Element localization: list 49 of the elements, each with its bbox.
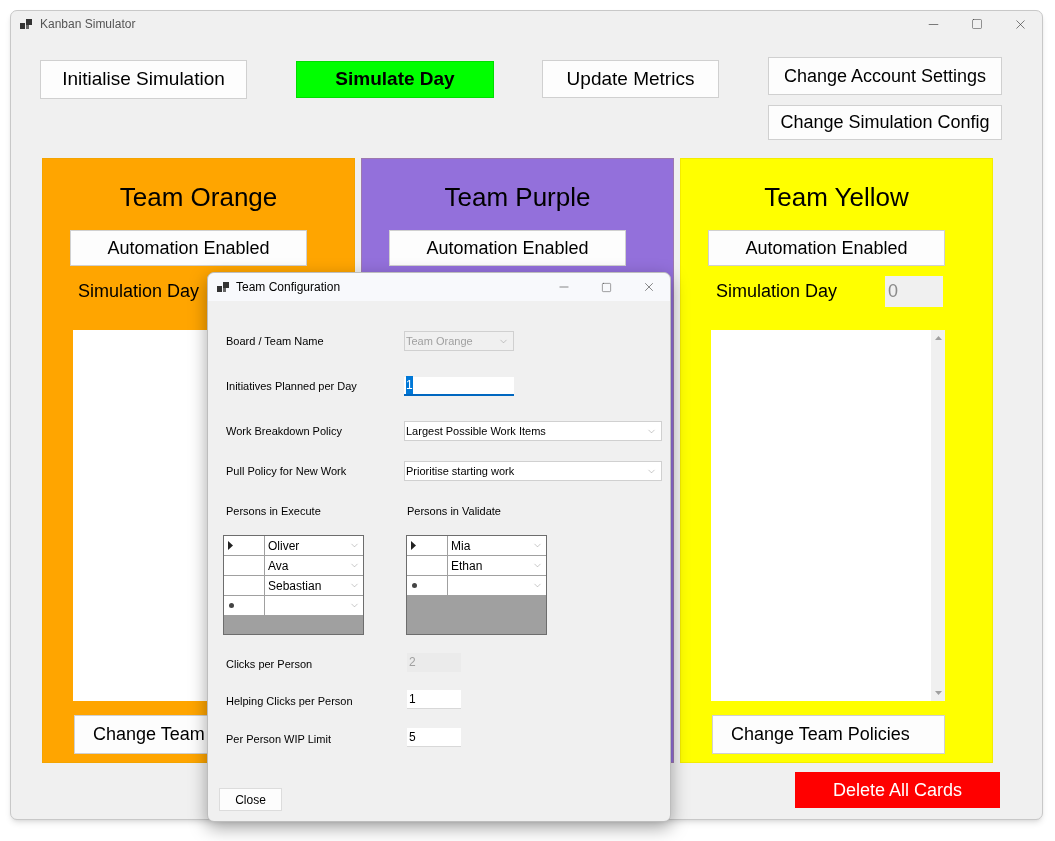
field-label: Initiatives Planned per Day: [226, 378, 358, 394]
input-field[interactable]: 5: [407, 727, 461, 747]
maximize-icon[interactable]: [601, 281, 612, 293]
current-row-icon: [228, 541, 233, 550]
current-row-icon: [411, 541, 416, 550]
field-label: Board / Team Name: [226, 333, 325, 349]
app-icon: [20, 19, 32, 29]
field-label: Helping Clicks per Person: [226, 693, 354, 709]
automation-button[interactable]: Automation Enabled: [389, 230, 626, 266]
simulation-day-label: Simulation Day: [716, 280, 838, 303]
grid-label: Persons in Validate: [407, 503, 501, 519]
person-name: Ava: [268, 557, 289, 575]
simulation-day-field: 0: [885, 276, 943, 307]
dropdown[interactable]: Prioritise starting work: [404, 461, 662, 481]
grid-label: Persons in Execute: [226, 503, 322, 519]
settings-button[interactable]: Change Account Settings: [768, 57, 1002, 95]
toolbar-button[interactable]: Update Metrics: [542, 60, 719, 98]
dialog-title: Team Configuration: [236, 279, 341, 296]
toolbar-button[interactable]: Simulate Day: [296, 61, 494, 98]
field-label: Pull Policy for New Work: [226, 463, 348, 479]
scrollbar[interactable]: [931, 330, 945, 701]
input-field[interactable]: 1: [404, 376, 514, 396]
person-name: Mia: [451, 537, 471, 555]
settings-button[interactable]: Change Simulation Config: [768, 105, 1002, 140]
person-name: Ethan: [451, 557, 483, 575]
scroll-down-icon[interactable]: [934, 691, 942, 695]
simulation-day-label: Simulation Day: [78, 280, 200, 303]
window-title: Kanban Simulator: [40, 16, 136, 33]
person-name: Sebastian: [268, 577, 322, 595]
close-button[interactable]: Close: [219, 788, 282, 811]
app-icon: [217, 282, 229, 292]
scroll-up-icon[interactable]: [934, 336, 942, 340]
team-title: Team Yellow: [763, 181, 910, 214]
maximize-icon[interactable]: [971, 18, 983, 30]
close-icon[interactable]: [642, 280, 656, 294]
new-row-icon: [228, 602, 235, 609]
dropdown[interactable]: Largest Possible Work Items: [404, 421, 662, 441]
delete-button[interactable]: Delete All Cards: [795, 772, 1000, 808]
team-title: Team Purple: [443, 181, 592, 214]
field-label: Work Breakdown Policy: [226, 423, 343, 439]
team-title: Team Orange: [118, 181, 279, 214]
field-label: Clicks per Person: [226, 656, 314, 672]
automation-button[interactable]: Automation Enabled: [70, 230, 307, 266]
person-name: Oliver: [268, 537, 300, 555]
toolbar-button[interactable]: Initialise Simulation: [40, 60, 247, 99]
new-row-icon: [411, 582, 418, 589]
automation-button[interactable]: Automation Enabled: [708, 230, 945, 266]
input-field[interactable]: 1: [407, 689, 461, 709]
policies-button[interactable]: Change Team Policies: [712, 715, 945, 754]
